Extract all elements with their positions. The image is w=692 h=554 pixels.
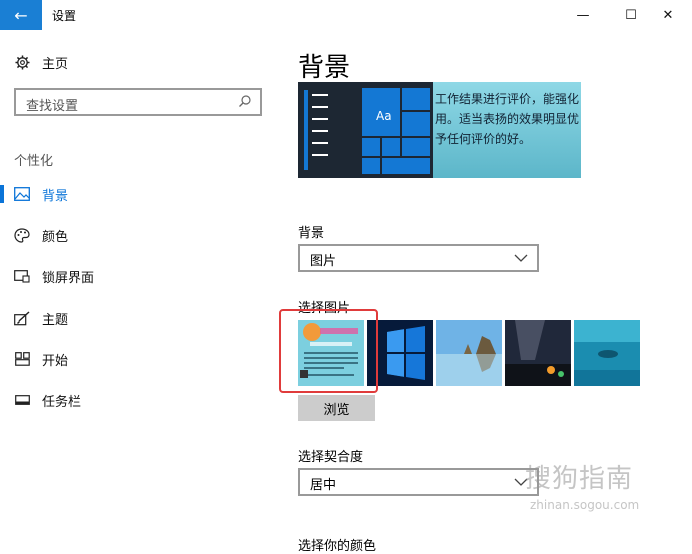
preview-tile-label: Aa	[376, 109, 392, 123]
fit-dropdown[interactable]: 居中	[298, 468, 539, 496]
background-type-label: 背景	[298, 226, 325, 241]
picture-icon	[14, 186, 30, 202]
picture-thumbnail[interactable]	[505, 320, 571, 386]
preview-text-line: 予任何评价的好。	[435, 132, 532, 146]
sidebar-item-label: 任务栏	[42, 394, 82, 410]
sidebar-item-home[interactable]: 主页	[0, 46, 270, 78]
start-grid-icon	[14, 351, 30, 367]
sidebar-item-lock-screen[interactable]: 锁屏界面	[0, 260, 270, 292]
maximize-icon: ☐	[625, 7, 637, 23]
sidebar-item-taskbar[interactable]: 任务栏	[0, 384, 270, 416]
lock-screen-icon	[14, 268, 30, 284]
close-button[interactable]: ✕	[645, 0, 691, 30]
search-icon	[238, 94, 252, 112]
back-button[interactable]: ←	[0, 0, 42, 30]
selection-highlight	[279, 309, 378, 393]
next-section-label: 选择你的颜色	[298, 539, 377, 554]
sidebar-item-label: 背景	[42, 188, 69, 204]
search-input[interactable]: 查找设置	[14, 88, 262, 116]
background-type-dropdown[interactable]: 图片	[298, 244, 539, 272]
minimize-button[interactable]: —	[560, 0, 606, 30]
sidebar-item-colors[interactable]: 颜色	[0, 219, 270, 251]
preview-text-line: 用。适当表扬的效果明显优	[435, 112, 580, 126]
background-preview: Aa 工作结果进行评价，能强化 用。适当表扬的效果明显优 予任何评价的好。	[298, 82, 581, 178]
taskbar-icon	[14, 392, 30, 408]
chevron-down-icon	[514, 248, 528, 272]
watermark: 搜狗指南	[525, 464, 634, 494]
picture-thumbnail[interactable]	[436, 320, 502, 386]
close-icon: ✕	[662, 7, 674, 23]
back-arrow-icon: ←	[14, 5, 28, 25]
preview-text-line: 工作结果进行评价，能强化	[435, 92, 580, 106]
title-bar: ← 设置 — ☐ ✕	[0, 0, 692, 30]
fit-value: 居中	[310, 478, 337, 493]
sidebar-item-start[interactable]: 开始	[0, 343, 270, 375]
browse-button[interactable]: 浏览	[298, 395, 375, 421]
sidebar-item-label: 主题	[42, 312, 69, 328]
sidebar-item-label: 开始	[42, 353, 69, 369]
background-type-value: 图片	[310, 254, 337, 269]
sidebar-item-themes[interactable]: 主题	[0, 302, 270, 334]
sidebar-home-label: 主页	[42, 56, 69, 72]
sidebar-item-label: 锁屏界面	[42, 270, 95, 286]
page-title: 背景	[298, 53, 351, 83]
window-title: 设置	[52, 9, 77, 23]
fit-label: 选择契合度	[298, 450, 364, 465]
sidebar-item-label: 颜色	[42, 229, 69, 245]
picture-thumbnail[interactable]	[574, 320, 640, 386]
palette-icon	[14, 227, 30, 243]
watermark-url: zhinan.sogou.com	[530, 498, 640, 512]
gear-icon	[14, 54, 30, 70]
sidebar-item-background[interactable]: 背景	[0, 178, 270, 210]
section-heading: 个性化	[14, 154, 54, 169]
theme-brush-icon	[14, 310, 30, 326]
minimize-icon: —	[576, 7, 590, 23]
search-placeholder: 查找设置	[26, 99, 79, 114]
